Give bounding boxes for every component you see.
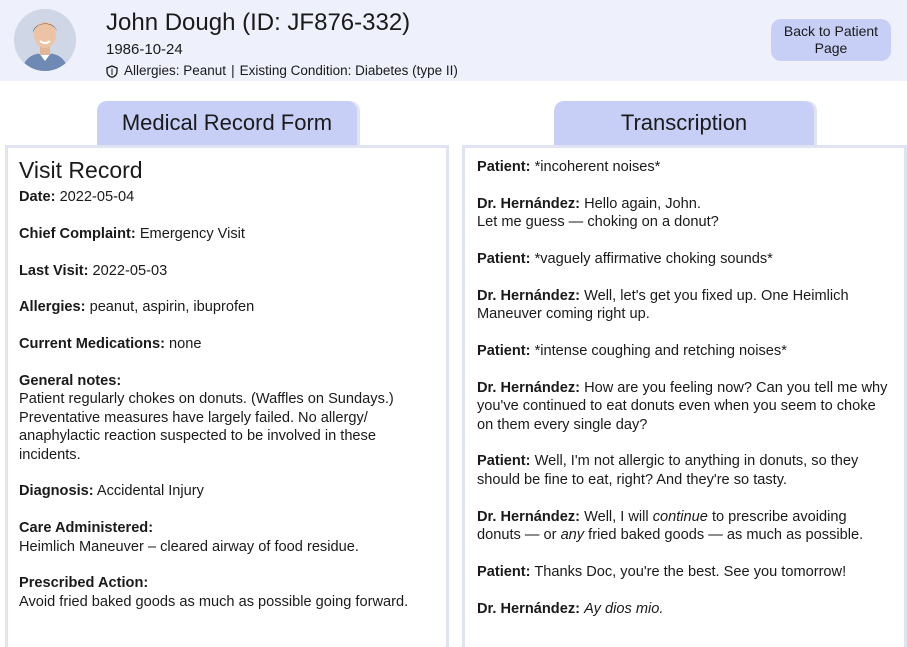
utterance-text: continue — [652, 508, 708, 525]
utterance-text: *intense coughing and retching noises* — [534, 343, 787, 359]
speaker-label: Patient: — [477, 453, 531, 470]
tab-transcription[interactable]: Transcription — [554, 101, 814, 145]
transcript-line: Patient: *intense coughing and retching … — [477, 342, 892, 360]
field-label: Chief Complaint: — [19, 225, 136, 242]
field-label: Date: — [19, 189, 56, 205]
speaker-label: Dr. Hernández: — [477, 508, 580, 525]
patient-photo-icon — [14, 9, 76, 71]
form-field-general-notes: General notes: Patient regularly chokes o… — [19, 372, 435, 464]
speaker-label: Patient: — [477, 251, 531, 267]
avatar — [14, 9, 76, 71]
field-value: Emergency Visit — [139, 225, 245, 242]
transcription-panel: Patient: *incoherent noises* Dr. Hernánde… — [462, 145, 907, 647]
shield-icon — [106, 64, 118, 78]
medical-record-form-panel: Visit Record Date: 2022-05-04 Chief Comp… — [5, 145, 449, 647]
patient-name: John Dough (ID: JF876-332) — [106, 9, 411, 36]
form-field-current-medications: Current Medications: none — [19, 335, 435, 353]
transcript-list: Patient: *incoherent noises* Dr. Hernánde… — [477, 158, 892, 618]
transcript-line: Patient: *incoherent noises* — [477, 158, 892, 176]
utterance-text: Well, I will — [584, 508, 653, 525]
speaker-label: Patient: — [477, 343, 531, 359]
transcript-line: Patient: Thanks Doc, you're the best. Se… — [477, 563, 892, 581]
transcript-line: Dr. Hernández: Well, let's get you fixed… — [477, 287, 892, 324]
field-value: 2022-05-04 — [59, 189, 135, 205]
speaker-label: Dr. Hernández: — [477, 600, 580, 617]
field-label: General notes: — [19, 372, 122, 389]
speaker-label: Dr. Hernández: — [477, 379, 580, 396]
utterance-text: Ay dios mio. — [584, 600, 664, 617]
transcript-line: Dr. Hernández: Well, I will continue to … — [477, 508, 892, 545]
tab-medical-record-form[interactable]: Medical Record Form — [97, 101, 357, 145]
utterance-text: Thanks Doc, you're the best. See you tom… — [534, 563, 847, 580]
allergies-summary: Allergies: Peanut — [124, 63, 227, 78]
existing-condition: Existing Condition: Diabetes (type II) — [239, 63, 458, 78]
field-label: Diagnosis: — [19, 483, 94, 500]
speaker-label: Dr. Hernández: — [477, 195, 580, 212]
back-button-label: Back to Patient Page — [783, 23, 879, 56]
transcript-line: Dr. Hernández: Ay dios mio. — [477, 600, 892, 618]
patient-header: John Dough (ID: JF876-332) 1986-10-24 Al… — [0, 0, 907, 81]
back-to-patient-page-button[interactable]: Back to Patient Page — [771, 19, 891, 61]
form-field-allergies: Allergies: peanut, aspirin, ibuprofen — [19, 298, 435, 316]
utterance-text: *vaguely affirmative choking sounds* — [534, 251, 773, 267]
patient-dob: 1986-10-24 — [106, 41, 183, 58]
field-value: Accidental Injury — [96, 483, 204, 500]
speaker-label: Patient: — [477, 159, 531, 175]
field-value: none — [169, 336, 202, 353]
transcript-line: Patient: Well, I'm not allergic to anyth… — [477, 452, 892, 489]
form-field-care-administered: Care Administered: Heimlich Maneuver – cl… — [19, 519, 435, 556]
form-field-prescribed-action: Prescribed Action: Avoid fried baked good… — [19, 574, 435, 611]
transcript-line: Dr. Hernández: Hello again, John. Let me … — [477, 195, 892, 232]
field-label: Care Administered: — [19, 520, 154, 537]
utterance-text: *incoherent noises* — [534, 159, 661, 175]
transcript-line: Patient: *vaguely affirmative choking so… — [477, 250, 892, 268]
field-label: Last Visit: — [19, 262, 89, 279]
field-value: 2022-05-03 — [92, 262, 168, 279]
field-label: Allergies: — [19, 299, 86, 316]
field-label: Current Medications: — [19, 336, 165, 353]
utterance-text: any — [560, 527, 585, 544]
patient-meta: Allergies: Peanut | Existing Condition: … — [106, 62, 458, 80]
form-fields: Date: 2022-05-04 Chief Complaint: Emerge… — [19, 188, 435, 611]
field-value: Avoid fried baked goods as much as possi… — [19, 593, 409, 610]
form-field-chief-complaint: Chief Complaint: Emergency Visit — [19, 225, 435, 243]
form-field-diagnosis: Diagnosis: Accidental Injury — [19, 482, 435, 500]
visit-record-title: Visit Record — [19, 157, 143, 183]
field-label: Prescribed Action: — [19, 575, 149, 592]
field-value: Heimlich Maneuver – cleared airway of fo… — [19, 538, 359, 555]
field-value: Patient regularly chokes on donuts. (Waf… — [19, 391, 394, 463]
meta-separator: | — [231, 63, 235, 78]
transcript-line: Dr. Hernández: How are you feeling now? … — [477, 379, 892, 434]
utterance-text: Let me guess — choking on a donut? — [477, 214, 719, 231]
utterance-text: Well, I'm not allergic to anything in do… — [477, 453, 859, 488]
form-field-last-visit: Last Visit: 2022-05-03 — [19, 262, 435, 280]
utterance-text: fried baked goods — as much as possible. — [584, 527, 864, 544]
speaker-label: Patient: — [477, 563, 531, 580]
form-field-date: Date: 2022-05-04 — [19, 188, 435, 206]
utterance-text: Hello again, John. — [584, 195, 701, 212]
speaker-label: Dr. Hernández: — [477, 287, 580, 304]
field-value: peanut, aspirin, ibuprofen — [89, 299, 255, 316]
